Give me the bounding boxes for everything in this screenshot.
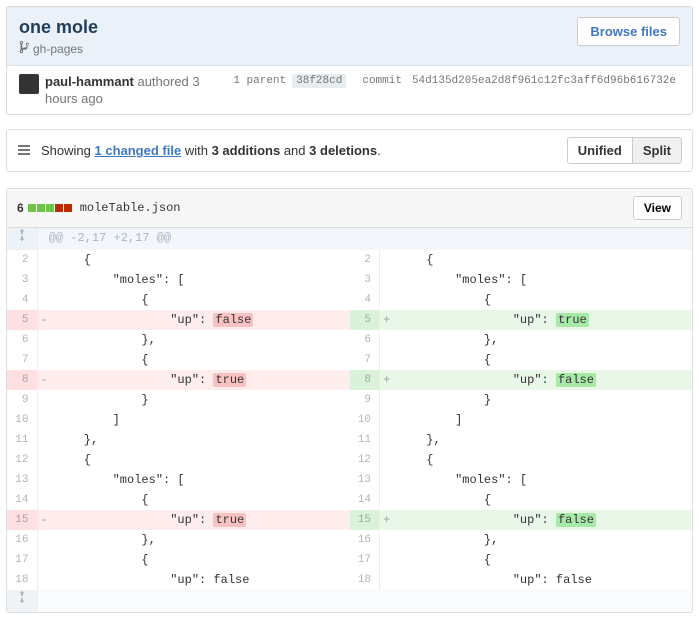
- line-number-right: 11: [350, 430, 380, 450]
- line-number-left: 9: [7, 390, 37, 410]
- code-left: },: [51, 330, 350, 350]
- diffstat-count: 6: [17, 201, 24, 215]
- line-number-left: 4: [7, 290, 37, 310]
- commit-label: commit: [362, 75, 402, 87]
- code-right: },: [394, 530, 693, 550]
- code-right-add: "up": false: [394, 510, 693, 530]
- file-diff: 6 moleTable.json View @@ -2,17 +2,17 @@2…: [6, 188, 693, 613]
- line-number-right: 5: [350, 310, 380, 330]
- branch-icon: [19, 40, 29, 57]
- code-left-del: "up": false: [51, 310, 350, 330]
- parent-label: 1 parent: [233, 75, 286, 87]
- code-left: }: [51, 390, 350, 410]
- diff-summary-bar: Showing 1 changed file with 3 additions …: [6, 129, 693, 172]
- line-number-right: 17: [350, 550, 380, 570]
- diffstat-blocks: [28, 204, 72, 212]
- line-number-left: 8: [7, 370, 37, 390]
- line-number-right: 12: [350, 450, 380, 470]
- line-number-right: 6: [350, 330, 380, 350]
- code-left: {: [51, 290, 350, 310]
- commit-sha: 54d135d205ea2d8f961c12fc3aff6d96b616732e: [408, 74, 680, 88]
- line-number-left: 12: [7, 450, 37, 470]
- line-number-right: 10: [350, 410, 380, 430]
- line-number-left: 10: [7, 410, 37, 430]
- commit-title: one mole: [19, 17, 98, 38]
- browse-files-button[interactable]: Browse files: [577, 17, 680, 46]
- authored-time-part1: 3: [192, 74, 199, 89]
- code-left: {: [51, 250, 350, 270]
- code-left: },: [51, 430, 350, 450]
- code-left-del: "up": true: [51, 370, 350, 390]
- line-number-right: 2: [350, 250, 380, 270]
- authored-time-part2: hours ago: [45, 91, 103, 106]
- code-right: "moles": [: [394, 270, 693, 290]
- line-number-left: 6: [7, 330, 37, 350]
- line-number-right: 4: [350, 290, 380, 310]
- line-number-right: 8: [350, 370, 380, 390]
- line-number-right: 7: [350, 350, 380, 370]
- code-left: {: [51, 490, 350, 510]
- summary-text: Showing 1 changed file with 3 additions …: [41, 143, 381, 158]
- code-right: ]: [394, 410, 693, 430]
- diff-table: @@ -2,17 +2,17 @@2 {2 {3 "moles": [3 "mo…: [7, 228, 692, 612]
- code-right-add: "up": true: [394, 310, 693, 330]
- line-number-left: 16: [7, 530, 37, 550]
- expand-icon[interactable]: [7, 590, 37, 612]
- line-number-left: 18: [7, 570, 37, 590]
- line-number-right: 14: [350, 490, 380, 510]
- author-name[interactable]: paul-hammant: [45, 74, 134, 89]
- changed-files-link[interactable]: 1 changed file: [95, 143, 182, 158]
- line-number-left: 14: [7, 490, 37, 510]
- code-right: "moles": [: [394, 470, 693, 490]
- expand-icon[interactable]: [7, 228, 37, 250]
- authored-label: authored: [137, 74, 188, 89]
- code-left: "up": false: [51, 570, 350, 590]
- deletions-count: 3 deletions: [309, 143, 377, 158]
- code-left: },: [51, 530, 350, 550]
- line-number-left: 11: [7, 430, 37, 450]
- branch-name[interactable]: gh-pages: [33, 42, 83, 56]
- line-number-left: 5: [7, 310, 37, 330]
- split-button[interactable]: Split: [632, 137, 682, 164]
- parent-sha[interactable]: 38f28cd: [292, 74, 346, 88]
- line-number-right: 9: [350, 390, 380, 410]
- line-number-left: 7: [7, 350, 37, 370]
- line-number-left: 17: [7, 550, 37, 570]
- line-number-right: 16: [350, 530, 380, 550]
- unified-button[interactable]: Unified: [567, 137, 632, 164]
- line-number-left: 2: [7, 250, 37, 270]
- code-right: {: [394, 490, 693, 510]
- code-right: "up": false: [394, 570, 693, 590]
- code-right: {: [394, 350, 693, 370]
- line-number-left: 13: [7, 470, 37, 490]
- code-left: "moles": [: [51, 470, 350, 490]
- avatar: [19, 74, 39, 94]
- code-right: {: [394, 450, 693, 470]
- line-number-left: 15: [7, 510, 37, 530]
- line-number-left: 3: [7, 270, 37, 290]
- code-left: {: [51, 450, 350, 470]
- code-right: {: [394, 250, 693, 270]
- line-number-right: 3: [350, 270, 380, 290]
- line-number-right: 15: [350, 510, 380, 530]
- view-button[interactable]: View: [633, 196, 682, 220]
- file-name[interactable]: moleTable.json: [80, 201, 181, 215]
- list-icon[interactable]: [17, 143, 33, 159]
- code-right: },: [394, 330, 693, 350]
- code-left: ]: [51, 410, 350, 430]
- code-left: {: [51, 350, 350, 370]
- code-right-add: "up": false: [394, 370, 693, 390]
- line-number-right: 13: [350, 470, 380, 490]
- additions-count: 3 additions: [212, 143, 281, 158]
- code-right: {: [394, 550, 693, 570]
- hunk-header: @@ -2,17 +2,17 @@: [37, 228, 692, 250]
- code-right: {: [394, 290, 693, 310]
- code-left: {: [51, 550, 350, 570]
- code-left-del: "up": true: [51, 510, 350, 530]
- commit-header: one mole gh-pages Browse files paul-hamm…: [6, 6, 693, 115]
- code-right: }: [394, 390, 693, 410]
- line-number-right: 18: [350, 570, 380, 590]
- code-left: "moles": [: [51, 270, 350, 290]
- code-right: },: [394, 430, 693, 450]
